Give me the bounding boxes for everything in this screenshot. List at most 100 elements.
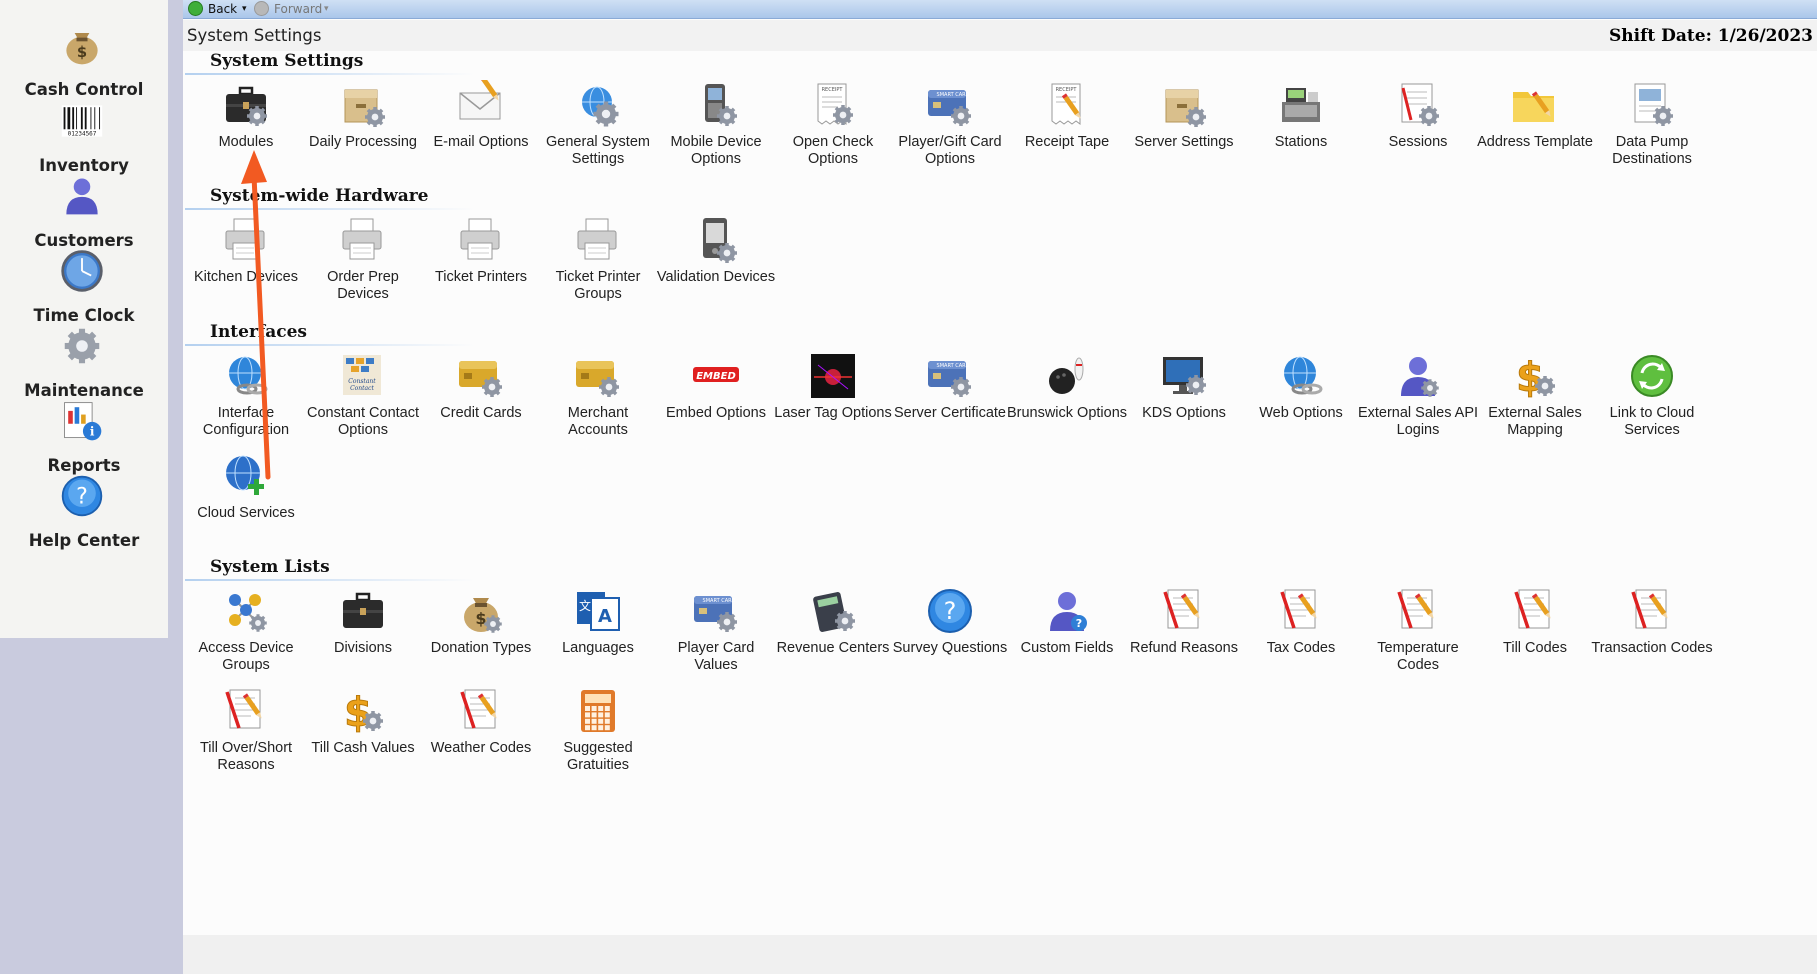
svg-text:SMART CARD: SMART CARD [703, 598, 736, 604]
checklist-pencil-icon [1159, 586, 1209, 636]
gear-icon[interactable] [59, 323, 105, 369]
settings-item-server-settings[interactable]: Server Settings [1123, 80, 1245, 151]
settings-item-tax-codes[interactable]: Tax Codes [1240, 586, 1362, 657]
person-gear-icon [1393, 351, 1443, 401]
settings-item-label: Access Device Groups [198, 640, 294, 673]
constant-contact-icon: Constant Contact [338, 351, 388, 401]
checklist-pencil-icon [1510, 586, 1560, 636]
settings-item-till-codes[interactable]: Till Codes [1474, 586, 1596, 657]
settings-item-label: Sessions [1388, 134, 1448, 150]
settings-item-donation-types[interactable]: $ Donation Types [420, 586, 542, 657]
back-button[interactable]: Back [208, 1, 237, 18]
envelope-icon [456, 75, 506, 130]
settings-item-credit-cards[interactable]: Credit Cards [420, 351, 542, 422]
settings-item-till-cash-values[interactable]: $ Till Cash Values [302, 686, 424, 757]
gold-card-icon [573, 351, 623, 401]
settings-item-player-card-values[interactable]: SMART CARD Player Card Values [655, 586, 777, 674]
settings-item-stations[interactable]: Stations [1240, 80, 1362, 151]
settings-item-validation-devices[interactable]: Validation Devices [655, 215, 777, 286]
settings-item-temperature-codes[interactable]: Temperature Codes [1357, 586, 1479, 674]
settings-item-label: General System Settings [546, 134, 650, 167]
settings-item-label: Merchant Accounts [567, 405, 629, 438]
settings-item-interface-configuration[interactable]: Interface Configuration [185, 351, 307, 439]
cash-register-icon [1276, 80, 1326, 130]
settings-item-general-system-settings[interactable]: General System Settings [537, 80, 659, 168]
settings-item-data-pump-destinations[interactable]: Data Pump Destinations [1591, 80, 1713, 168]
settings-item-label: Order Prep Devices [327, 269, 399, 302]
settings-item-laser-tag-options[interactable]: Laser Tag Options [772, 351, 894, 422]
settings-item-weather-codes[interactable]: Weather Codes [420, 686, 542, 757]
settings-item-modules[interactable]: Modules [185, 80, 307, 151]
sidebar-item-cash-control[interactable]: Cash Control [0, 80, 168, 99]
settings-item-e-mail-options[interactable]: E-mail Options [420, 75, 542, 151]
settings-item-player-gift-card-options[interactable]: SMART CARD Player/Gift Card Options [889, 80, 1011, 168]
settings-item-address-template[interactable]: Address Template [1474, 80, 1596, 151]
forward-button[interactable]: Forward [274, 1, 322, 18]
settings-item-kds-options[interactable]: KDS Options [1123, 351, 1245, 422]
settings-item-label: Suggested Gratuities [563, 740, 633, 773]
settings-item-mobile-device-options[interactable]: Mobile Device Options [655, 80, 777, 168]
settings-item-till-over-short-reasons[interactable]: Till Over/Short Reasons [185, 686, 307, 774]
settings-item-brunswick-options[interactable]: Brunswick Options [1006, 351, 1128, 422]
settings-item-survey-questions[interactable]: ? Survey Questions [889, 586, 1011, 657]
settings-item-link-to-cloud-services[interactable]: Link to Cloud Services [1591, 351, 1713, 439]
settings-item-label: Custom Fields [1020, 640, 1114, 656]
help-icon[interactable]: ? [59, 473, 105, 519]
svg-text:?: ? [76, 484, 88, 509]
settings-item-daily-processing[interactable]: Daily Processing [302, 80, 424, 151]
settings-item-label: Ticket Printers [434, 269, 528, 285]
settings-item-label: Daily Processing [309, 134, 417, 150]
settings-item-sessions[interactable]: Sessions [1357, 80, 1479, 151]
settings-item-external-sales-mapping[interactable]: $ External Sales Mapping [1474, 351, 1596, 439]
settings-item-web-options[interactable]: Web Options [1240, 351, 1362, 422]
settings-item-label: Weather Codes [430, 740, 532, 756]
settings-item-access-device-groups[interactable]: Access Device Groups [185, 586, 307, 674]
section-divider [185, 73, 475, 75]
device-gear-icon [691, 215, 741, 265]
settings-item-kitchen-devices[interactable]: Kitchen Devices [185, 215, 307, 286]
svg-text:A: A [598, 606, 612, 627]
settings-item-languages[interactable]: A 文 Languages [537, 586, 659, 657]
forward-dropdown-icon[interactable]: ▾ [324, 1, 329, 18]
settings-item-ticket-printers[interactable]: Ticket Printers [420, 215, 542, 286]
settings-item-revenue-centers[interactable]: Revenue Centers [772, 586, 894, 657]
settings-item-receipt-tape[interactable]: RECEIPT Receipt Tape [1006, 80, 1128, 151]
settings-item-label: Ticket Printer Groups [555, 269, 641, 302]
shift-date: Shift Date: 1/26/2023 [1608, 26, 1813, 46]
settings-item-divisions[interactable]: Divisions [302, 586, 424, 657]
settings-item-external-sales-api-logins[interactable]: External Sales API Logins [1357, 351, 1479, 439]
calculator-gear-icon [808, 586, 858, 636]
settings-item-transaction-codes[interactable]: Transaction Codes [1591, 586, 1713, 657]
settings-item-merchant-accounts[interactable]: Merchant Accounts [537, 351, 659, 439]
back-arrow-icon[interactable] [188, 1, 203, 16]
settings-item-custom-fields[interactable]: ? Custom Fields [1006, 586, 1128, 657]
calculator-icon [573, 686, 623, 736]
settings-item-open-check-options[interactable]: RECEIPT Open Check Options [772, 80, 894, 168]
settings-item-order-prep-devices[interactable]: Order Prep Devices [302, 215, 424, 303]
settings-item-ticket-printer-groups[interactable]: Ticket Printer Groups [537, 215, 659, 303]
forward-arrow-icon[interactable] [254, 1, 269, 16]
box-gear-icon [338, 80, 388, 130]
sidebar-item-help-center[interactable]: Help Center [0, 531, 168, 550]
section-title-interfaces: Interfaces [210, 322, 308, 342]
settings-item-label: Brunswick Options [1006, 405, 1128, 421]
settings-item-suggested-gratuities[interactable]: Suggested Gratuities [537, 686, 659, 774]
languages-icon: A文 [573, 586, 623, 636]
person-icon[interactable] [59, 173, 105, 219]
settings-item-label: Tax Codes [1266, 640, 1336, 656]
money-bag-icon[interactable]: $ [59, 22, 105, 68]
back-dropdown-icon[interactable]: ▾ [242, 1, 247, 18]
clock-icon[interactable] [59, 248, 105, 294]
settings-item-constant-contact-options[interactable]: Constant Contact Constant Contact Options [302, 351, 424, 439]
svg-text:$: $ [1516, 355, 1544, 401]
settings-item-embed-options[interactable]: EMBED Embed Options [655, 351, 777, 422]
barcode-icon[interactable]: 01234567 [59, 98, 105, 144]
settings-item-refund-reasons[interactable]: Refund Reasons [1123, 586, 1245, 657]
report-icon[interactable]: i [59, 398, 105, 444]
checklist-pencil-icon [456, 686, 506, 736]
settings-item-server-certificate[interactable]: SMART CARD Server Certificate [889, 351, 1011, 422]
settings-item-cloud-services[interactable]: Cloud Services [185, 451, 307, 522]
svg-text:RECEIPT: RECEIPT [1056, 87, 1078, 93]
printer-icon [221, 215, 271, 265]
settings-item-label: Player/Gift Card Options [898, 134, 1002, 167]
